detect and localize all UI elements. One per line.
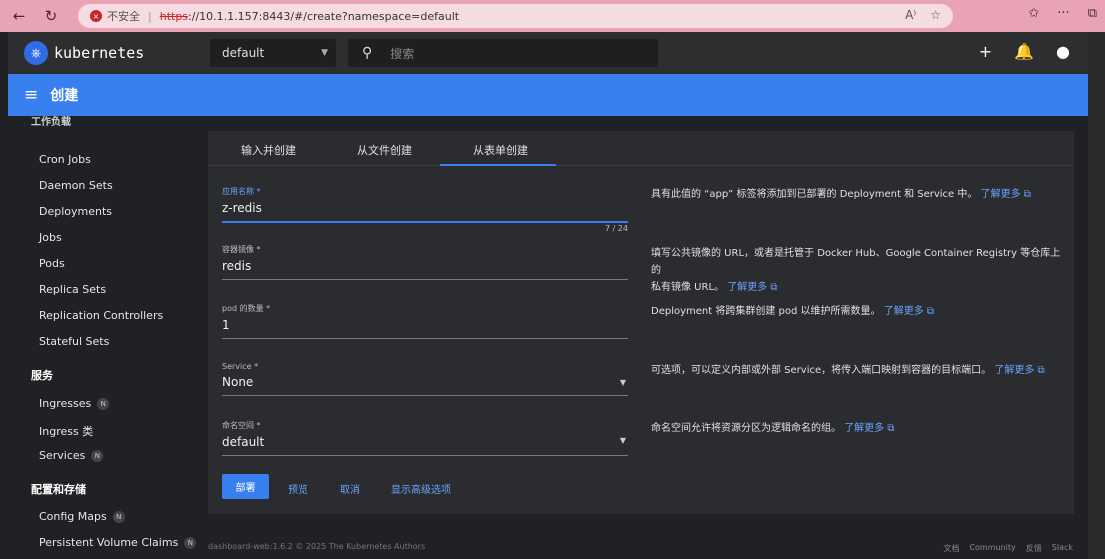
notifications-bell-icon[interactable]: 🔔 — [1014, 42, 1034, 61]
favorites-icon[interactable]: ✩ — [1028, 6, 1039, 21]
pods-help: Deployment 将跨集群创建 pod 以维护所需数量。 了解更多 ⧉ — [651, 306, 935, 317]
create-card: 输入并创建 从文件创建 从表单创建 应用名称 * z-redis 7 / 24 … — [208, 131, 1074, 514]
browser-toolbar: ← ↻ × 不安全 | https ://10.1.1.157:8443/#/c… — [0, 0, 1105, 32]
create-tabs: 输入并创建 从文件创建 从表单创建 — [208, 131, 1074, 166]
namespaced-badge: N — [112, 510, 125, 523]
learn-more-link[interactable]: 了解更多 ⧉ — [727, 282, 777, 293]
learn-more-link[interactable]: 了解更多 ⧉ — [844, 423, 894, 434]
reload-icon[interactable]: ↻ — [38, 3, 64, 29]
read-aloud-icon[interactable]: A⁾ — [905, 8, 916, 22]
namespace-label: 命名空间 * — [222, 421, 261, 430]
account-icon[interactable]: ● — [1056, 42, 1070, 61]
kubernetes-logo-icon[interactable]: ⎈ — [24, 41, 48, 65]
namespaced-badge: N — [184, 536, 197, 549]
service-label: Service * — [222, 362, 259, 371]
app-name-field[interactable]: 应用名称 * z-redis 7 / 24 — [222, 186, 628, 233]
footer-link-community[interactable]: Community — [969, 543, 1015, 554]
image-help: 填写公共镜像的 URL，或者是托管于 Docker Hub、Google Con… — [651, 248, 1061, 293]
chevron-down-icon[interactable]: ▼ — [620, 378, 626, 387]
browser-side-panel — [1088, 32, 1105, 559]
security-label[interactable]: 不安全 — [107, 8, 140, 24]
learn-more-link[interactable]: 了解更多 ⧉ — [981, 189, 1031, 200]
sidebar-item-ingress-classes[interactable]: Ingress 类 — [39, 423, 93, 439]
namespace-select[interactable]: 命名空间 * default ▼ — [222, 420, 628, 456]
chevron-down-icon: ▼ — [321, 48, 328, 58]
sidebar-item-pods[interactable]: Pods — [39, 257, 65, 270]
url-protocol: https — [159, 9, 189, 23]
service-value[interactable]: None — [222, 375, 628, 393]
footer-link-feedback[interactable]: 反馈 — [1026, 543, 1042, 554]
service-help: 可选项，可以定义内部或外部 Service，将传入端口映射到容器的目标端口。 了… — [651, 365, 1045, 376]
namespace-selector[interactable]: default ▼ — [210, 39, 336, 67]
tab-form-create[interactable]: 从表单创建 — [473, 142, 528, 158]
app-header: ⎈ kubernetes default ▼ ⚲ 搜索 + 🔔 ● — [8, 32, 1088, 74]
sidebar-heading-config-storage[interactable]: 配置和存储 — [31, 481, 86, 497]
more-icon[interactable]: ··· — [1057, 6, 1069, 21]
learn-more-link[interactable]: 了解更多 ⧉ — [884, 306, 934, 317]
pod-count-value[interactable]: 1 — [222, 318, 628, 336]
sidebar-item-replication-controllers[interactable]: Replication Controllers — [39, 309, 163, 322]
app-name-value[interactable]: z-redis — [222, 201, 628, 219]
sidebar-item-deployments[interactable]: Deployments — [39, 205, 112, 218]
sidebar-item-cron-jobs[interactable]: Cron Jobs — [39, 153, 91, 166]
extensions-icon[interactable]: ⧉ — [1088, 6, 1097, 21]
service-select[interactable]: Service * None ▼ — [222, 362, 628, 396]
tab-input-create[interactable]: 输入并创建 — [241, 142, 296, 158]
image-value[interactable]: redis — [222, 259, 628, 277]
active-tab-indicator — [440, 164, 556, 166]
namespaced-badge: N — [97, 397, 110, 410]
namespace-value: default — [222, 46, 265, 60]
page-title-bar: ≡ 创建 — [8, 74, 1088, 116]
sidebar-item-replica-sets[interactable]: Replica Sets — [39, 283, 106, 296]
sidebar-item-services[interactable]: Services N — [39, 449, 104, 462]
cancel-button[interactable]: 取消 — [340, 481, 360, 496]
sidebar-item-config-maps[interactable]: Config Maps N — [39, 510, 125, 523]
tab-file-create[interactable]: 从文件创建 — [357, 142, 412, 158]
namespace-help: 命名空间允许将资源分区为逻辑命名的组。 了解更多 ⧉ — [651, 423, 895, 434]
address-bar[interactable]: × 不安全 | https ://10.1.1.157:8443/#/creat… — [78, 4, 953, 28]
char-counter: 7 / 24 — [604, 224, 628, 233]
show-advanced-button[interactable]: 显示高级选项 — [391, 481, 451, 496]
namespaced-badge: N — [91, 449, 104, 462]
footer-links: 文档 Community 反馈 Slack — [943, 543, 1073, 554]
preview-button[interactable]: 预览 — [288, 481, 308, 496]
app-name-help: 具有此值的 “app” 标签将添加到已部署的 Deployment 和 Serv… — [651, 189, 1031, 200]
footer-link-docs[interactable]: 文档 — [943, 543, 959, 554]
address-separator: | — [148, 9, 152, 23]
search-placeholder: 搜索 — [390, 46, 415, 61]
learn-more-link[interactable]: 了解更多 ⧉ — [994, 365, 1044, 376]
hamburger-menu-icon[interactable]: ≡ — [24, 85, 38, 105]
pod-count-label: pod 的数量 * — [222, 304, 271, 313]
sidebar-item-daemon-sets[interactable]: Daemon Sets — [39, 179, 113, 192]
sidebar-item-stateful-sets[interactable]: Stateful Sets — [39, 335, 109, 348]
sidebar-item-ingresses[interactable]: Ingresses N — [39, 397, 110, 410]
sidebar: 工作负载 Cron Jobs Daemon Sets Deployments J… — [8, 116, 198, 559]
sidebar-item-pvc[interactable]: Persistent Volume Claims N — [39, 536, 197, 549]
image-field[interactable]: 容器镜像 * redis — [222, 244, 628, 280]
namespace-value[interactable]: default — [222, 435, 628, 453]
footer-link-slack[interactable]: Slack — [1052, 543, 1073, 554]
sidebar-heading-service[interactable]: 服务 — [31, 367, 53, 383]
app-name-label: 应用名称 * — [222, 187, 261, 196]
add-icon[interactable]: + — [979, 42, 992, 61]
sidebar-item-jobs[interactable]: Jobs — [39, 231, 62, 244]
chevron-down-icon[interactable]: ▼ — [620, 436, 626, 445]
deploy-button[interactable]: 部署 — [222, 474, 269, 499]
insecure-icon[interactable]: × — [90, 10, 102, 22]
url-text: ://10.1.1.157:8443/#/create?namespace=de… — [188, 9, 460, 23]
sidebar-heading-workloads[interactable]: 工作负载 — [31, 116, 71, 128]
pod-count-field[interactable]: pod 的数量 * 1 — [222, 303, 628, 339]
page-title: 创建 — [50, 88, 79, 104]
back-arrow-icon[interactable]: ← — [6, 3, 32, 29]
brand-name[interactable]: kubernetes — [54, 44, 144, 62]
search-icon: ⚲ — [362, 45, 373, 61]
favorite-star-icon[interactable]: ☆ — [930, 8, 941, 22]
search-input[interactable]: ⚲ 搜索 — [348, 39, 658, 67]
image-label: 容器镜像 * — [222, 245, 261, 254]
footer-copyright: dashboard-web:1.6.2 © 2025 The Kubernete… — [208, 542, 426, 551]
